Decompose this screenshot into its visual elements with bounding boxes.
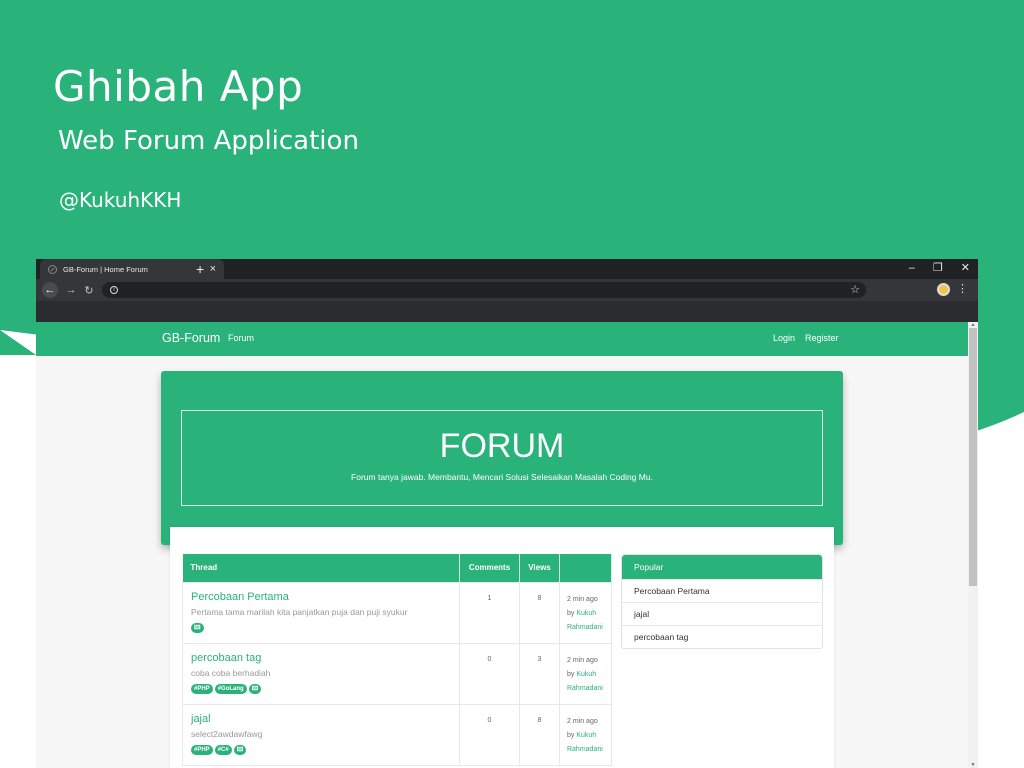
thread-title-link[interactable]: Percobaan Pertama <box>191 591 451 603</box>
image-tag-icon[interactable]: 🖾 <box>191 622 204 633</box>
tab-title: GB-Forum | Home Forum <box>63 264 148 274</box>
author-link[interactable]: Kukuh <box>576 671 596 678</box>
popular-panel: Popular Percobaan Pertama jajal percobaa… <box>621 554 823 649</box>
table-row: Percobaan Pertama Pertama tama marilah k… <box>181 581 613 644</box>
info-icon[interactable]: i <box>110 286 118 294</box>
thread-time: 2 min ago <box>566 595 598 603</box>
hero-card: FORUM Forum tanya jawab. Membantu, Menca… <box>161 371 843 545</box>
thread-meta: 2 min ago by Kukuh Rahmadani <box>558 642 613 705</box>
by-label: by <box>566 670 575 678</box>
thread-description: coba coba berhadiah <box>191 667 271 678</box>
by-label: by <box>566 609 575 617</box>
comments-count: 0 <box>459 642 520 705</box>
browser-window: GB-Forum | Home Forum × + – ❐ ✕ ← → ↻ i … <box>36 259 978 768</box>
hero-description: Forum tanya jawab. Membantu, Mencari Sol… <box>351 472 653 482</box>
tag-csharp[interactable]: #C# <box>214 744 232 755</box>
header-comments: Comments <box>459 554 520 582</box>
site-navbar: GB-Forum Forum Login Register <box>36 322 978 356</box>
new-tab-icon[interactable]: + <box>196 259 204 279</box>
thread-description: select2awdawfawg <box>191 728 263 739</box>
thread-title-link[interactable]: jajal <box>191 713 451 725</box>
forward-icon[interactable]: → <box>62 284 80 296</box>
thread-cell: jajal select2awdawfawg #PHP #C# 🖾 <box>181 703 461 766</box>
promo-subtitle: Web Forum Application <box>58 126 359 156</box>
tag-php[interactable]: #PHP <box>191 683 213 694</box>
tab-strip: GB-Forum | Home Forum × + – ❐ ✕ <box>36 259 978 279</box>
thread-tags: #PHP #C# 🖾 <box>191 744 451 755</box>
thread-cell: Percobaan Pertama Pertama tama marilah k… <box>181 581 461 644</box>
popular-item[interactable]: percobaan tag <box>622 625 822 648</box>
globe-icon <box>48 264 57 274</box>
image-tag-icon[interactable]: 🖾 <box>233 744 247 755</box>
star-icon[interactable]: ☆ <box>850 283 860 296</box>
header-meta <box>559 554 613 582</box>
thread-title-link[interactable]: percobaan tag <box>191 652 451 664</box>
promo-title: Ghibah App <box>53 62 304 111</box>
header-views: Views <box>519 554 560 582</box>
thread-time: 2 min ago <box>566 717 598 725</box>
thread-time: 2 min ago <box>566 656 598 664</box>
nav-login-link[interactable]: Login <box>773 333 795 343</box>
brand-link[interactable]: GB-Forum <box>162 331 220 345</box>
hero-box: FORUM Forum tanya jawab. Membantu, Menca… <box>181 410 823 506</box>
thread-cell: percobaan tag coba coba berhadiah #PHP #… <box>181 642 461 705</box>
author-link-lastname[interactable]: Rahmadani <box>567 743 605 757</box>
reload-icon[interactable]: ↻ <box>80 284 98 297</box>
profile-avatar[interactable] <box>937 283 950 296</box>
author-link[interactable]: Kukuh <box>576 732 596 739</box>
thread-description: Pertama tama marilah kita panjatkan puja… <box>191 606 408 617</box>
hero-title: FORUM <box>439 427 565 465</box>
restore-icon[interactable]: ❐ <box>933 259 943 277</box>
thread-meta: 2 min ago by Kukuh Rahmadani <box>558 581 613 644</box>
nav-forum-link[interactable]: Forum <box>228 333 254 343</box>
thread-meta: 2 min ago by Kukuh Rahmadani <box>558 703 613 766</box>
nav-register-link[interactable]: Register <box>805 333 839 343</box>
header-thread: Thread <box>182 554 461 582</box>
scroll-thumb[interactable] <box>969 328 977 586</box>
popular-item[interactable]: jajal <box>622 602 822 625</box>
author-link-lastname[interactable]: Rahmadani <box>567 621 605 635</box>
tag-golang[interactable]: #GoLang <box>214 683 247 694</box>
browser-toolbar: ← → ↻ i ☆ ⋮ <box>36 279 978 301</box>
author-link[interactable]: Kukuh <box>576 610 596 617</box>
address-bar[interactable]: i ☆ <box>102 282 866 298</box>
bookmarks-bar <box>36 301 978 322</box>
thread-tags: #PHP #GoLang 🖾 <box>191 683 451 694</box>
promo-handle: @KukuhKKH <box>59 188 182 212</box>
popular-item[interactable]: Percobaan Pertama <box>622 579 822 602</box>
scroll-down-icon[interactable]: ▼ <box>968 762 978 768</box>
popular-heading: Popular <box>622 555 822 579</box>
menu-icon[interactable]: ⋮ <box>957 281 968 297</box>
table-row: percobaan tag coba coba berhadiah #PHP #… <box>181 642 613 705</box>
image-tag-icon[interactable]: 🖾 <box>248 683 262 694</box>
views-count: 8 <box>519 703 560 766</box>
author-link-lastname[interactable]: Rahmadani <box>567 682 605 696</box>
page-scrollbar[interactable]: ▲ ▼ <box>968 322 978 768</box>
views-count: 3 <box>519 642 560 705</box>
by-label: by <box>566 731 575 739</box>
window-controls: – ❐ ✕ <box>909 259 970 277</box>
table-row: jajal select2awdawfawg #PHP #C# 🖾 0 8 2 … <box>181 703 613 766</box>
comments-count: 0 <box>459 703 520 766</box>
tab-close-icon[interactable]: × <box>210 263 216 275</box>
thread-tags: 🖾 <box>191 622 451 633</box>
thread-table: Thread Comments Views Percobaan Pertama … <box>181 554 613 766</box>
content-panel: Thread Comments Views Percobaan Pertama … <box>170 527 834 768</box>
tag-php[interactable]: #PHP <box>191 744 213 755</box>
table-header-row: Thread Comments Views <box>182 554 613 582</box>
minimize-icon[interactable]: – <box>909 259 915 277</box>
back-icon[interactable]: ← <box>42 282 58 298</box>
page-viewport: GB-Forum Forum Login Register FORUM Foru… <box>36 322 978 768</box>
close-icon[interactable]: ✕ <box>961 259 970 277</box>
comments-count: 1 <box>459 581 520 644</box>
views-count: 8 <box>519 581 560 644</box>
